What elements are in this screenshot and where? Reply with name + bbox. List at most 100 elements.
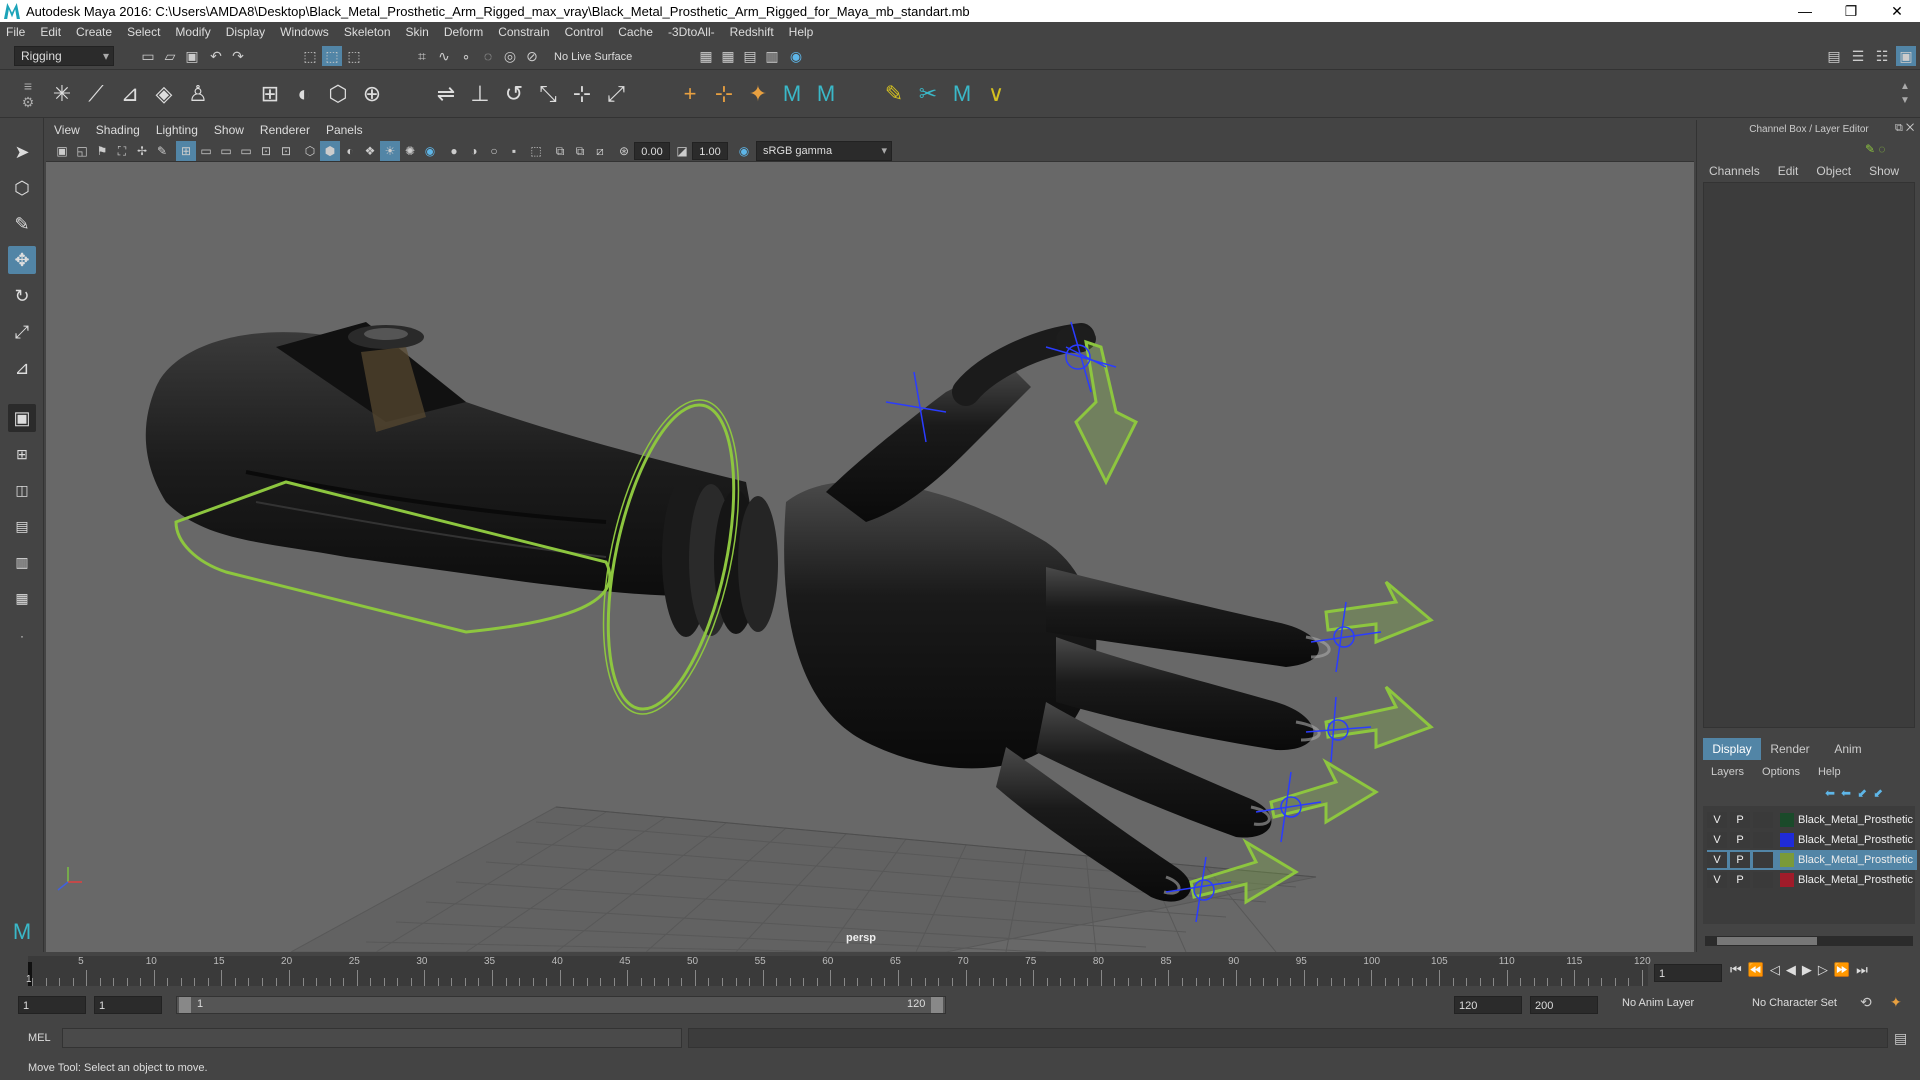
cluster-icon[interactable]: ⊕	[358, 80, 386, 108]
menu-constrain[interactable]: Constrain	[498, 25, 549, 39]
go-to-start-icon[interactable]: ⏮	[1730, 962, 1742, 978]
move-tool-icon[interactable]: ✥	[8, 246, 36, 274]
locator-icon[interactable]: +	[676, 80, 704, 108]
menu-edit[interactable]: Edit	[40, 25, 61, 39]
humanik-icon[interactable]: ♙	[184, 80, 212, 108]
ik-handle-icon[interactable]: ⟋	[82, 80, 110, 108]
smooth-bind-icon[interactable]: ◐	[290, 80, 318, 108]
shelf-scroll-icon[interactable]: ▲ ▼	[1900, 80, 1910, 108]
field-chart-icon[interactable]: ⊡	[256, 141, 276, 161]
step-forward-frame-icon[interactable]: ▷	[1818, 962, 1828, 978]
layer-menu-layers[interactable]: Layers	[1711, 766, 1744, 778]
layer-scrollbar[interactable]	[1705, 936, 1913, 946]
lasso-tool-icon[interactable]: ⬡	[8, 174, 36, 202]
select-object-icon[interactable]: ⬚	[322, 46, 342, 66]
select-hierarchy-icon[interactable]: ⬚	[300, 46, 320, 66]
panel-close-icon[interactable]: ⧉ ✕	[1895, 122, 1914, 135]
color-space-dropdown[interactable]: sRGB gamma	[756, 141, 892, 161]
cb-menu-edit[interactable]: Edit	[1778, 164, 1799, 178]
cb-menu-channels[interactable]: Channels	[1709, 164, 1760, 178]
new-scene-icon[interactable]: ▭	[138, 46, 158, 66]
undo-icon[interactable]: ↶	[206, 46, 226, 66]
minimize-button[interactable]: —	[1782, 0, 1828, 22]
orient-constraint-icon[interactable]: ↺	[500, 80, 528, 108]
gate-mask-icon[interactable]: ▭	[236, 141, 256, 161]
channel-list[interactable]	[1703, 182, 1915, 728]
open-scene-icon[interactable]: ▱	[160, 46, 180, 66]
menu-skeleton[interactable]: Skeleton	[344, 25, 391, 39]
vp-menu-lighting[interactable]: Lighting	[156, 123, 198, 137]
mirror-joints-icon[interactable]: ◈	[150, 80, 178, 108]
gamma-icon[interactable]: ◪	[672, 141, 692, 161]
backface-icon[interactable]: ⧄	[590, 141, 610, 161]
anim-layer-dropdown[interactable]: No Anim Layer	[1622, 997, 1742, 1009]
menu-deform[interactable]: Deform	[444, 25, 483, 39]
camera-attr-icon[interactable]: ◱	[72, 141, 92, 161]
play-backward-icon[interactable]: ◀	[1786, 962, 1796, 978]
point-constraint-icon[interactable]: ⊥	[466, 80, 494, 108]
tool-settings-icon[interactable]: ☷	[1872, 46, 1892, 66]
layer-color-swatch[interactable]	[1780, 853, 1794, 867]
attribute-editor-icon[interactable]: ☰	[1848, 46, 1868, 66]
layer-menu-options[interactable]: Options	[1762, 766, 1800, 778]
wrap-deformer-icon[interactable]: ✂	[914, 80, 942, 108]
step-back-frame-icon[interactable]: ◁	[1770, 962, 1780, 978]
range-start-field[interactable]: 1	[18, 996, 86, 1014]
bind-skin-icon[interactable]: ⊞	[256, 80, 284, 108]
more-layouts-icon[interactable]: ·	[8, 622, 36, 650]
image-plane-icon[interactable]: ⛶	[112, 141, 132, 161]
textured-icon[interactable]: ❖	[360, 141, 380, 161]
menu-control[interactable]: Control	[565, 25, 604, 39]
layer-buttons-icon[interactable]: ⬅⬅⬋⬋	[1825, 786, 1889, 800]
shelf-menu-icon[interactable]: ≡ ⚙	[18, 78, 38, 110]
lattice-icon[interactable]: ⬡	[324, 80, 352, 108]
layer-playback-toggle[interactable]: P	[1730, 832, 1750, 848]
modeling-toolkit-icon[interactable]: ▤	[1824, 46, 1844, 66]
vp-menu-show[interactable]: Show	[214, 123, 244, 137]
ambient-occlusion-icon[interactable]: ◉	[420, 141, 440, 161]
layer-ref-toggle[interactable]	[1753, 852, 1773, 868]
layer-playback-toggle[interactable]: P	[1730, 872, 1750, 888]
3d-scene[interactable]: persp	[46, 162, 1694, 952]
menu-file[interactable]: File	[6, 25, 25, 39]
render-settings-icon[interactable]: ▤	[740, 46, 760, 66]
menu-set-dropdown[interactable]: Rigging	[14, 46, 114, 66]
xray-icon[interactable]: ▪	[504, 141, 524, 161]
shadows-icon[interactable]: ✺	[400, 141, 420, 161]
create-joints-icon[interactable]: ✳	[48, 80, 76, 108]
single-perspective-icon[interactable]: ▣	[8, 404, 36, 432]
tab-anim[interactable]: Anim	[1819, 738, 1877, 760]
command-input[interactable]	[62, 1028, 682, 1048]
hypershade-icon[interactable]: ▥	[762, 46, 782, 66]
gamma-field[interactable]: 1.00	[692, 142, 728, 160]
parent-constraint-icon[interactable]: ⇌	[432, 80, 460, 108]
close-button[interactable]: ✕	[1874, 0, 1920, 22]
menu-help[interactable]: Help	[789, 25, 814, 39]
isolate-select-icon[interactable]: ⬚	[526, 141, 546, 161]
snap-view-icon[interactable]: ◌	[478, 46, 498, 66]
2d-pan-icon[interactable]: ✢	[132, 141, 152, 161]
vp-menu-renderer[interactable]: Renderer	[260, 123, 310, 137]
snap-point-icon[interactable]: ∘	[456, 46, 476, 66]
layer-color-swatch[interactable]	[1780, 833, 1794, 847]
snap-surface-icon[interactable]: ◎	[500, 46, 520, 66]
scale-tool-icon[interactable]: ⤢	[8, 318, 36, 346]
maya-home-icon[interactable]: M	[8, 918, 36, 946]
four-view-icon[interactable]: ⊞	[8, 440, 36, 468]
menu-cache[interactable]: Cache	[618, 25, 653, 39]
resolution-gate-icon[interactable]: ▭	[216, 141, 236, 161]
aim-constraint-icon[interactable]: ⊹	[568, 80, 596, 108]
scale-constraint-icon[interactable]: ⤡	[534, 80, 562, 108]
playback-end-field[interactable]: 120	[1454, 996, 1522, 1014]
snap-grid-icon[interactable]: ⌗	[412, 46, 432, 66]
paint-weights-icon[interactable]: ✎	[880, 80, 908, 108]
wireframe-icon[interactable]: ⬡	[300, 141, 320, 161]
side-by-side-icon[interactable]: ◫	[8, 476, 36, 504]
tab-display[interactable]: Display	[1703, 738, 1761, 760]
snap-curve-icon[interactable]: ∿	[434, 46, 454, 66]
hik-character-icon[interactable]: M	[812, 80, 840, 108]
paint-select-icon[interactable]: ✎	[8, 210, 36, 238]
render-frame-icon[interactable]: ▦	[696, 46, 716, 66]
character-set-dropdown[interactable]: No Character Set	[1752, 997, 1872, 1009]
layer-row[interactable]: V P Black_Metal_Prosthetic	[1707, 870, 1917, 890]
